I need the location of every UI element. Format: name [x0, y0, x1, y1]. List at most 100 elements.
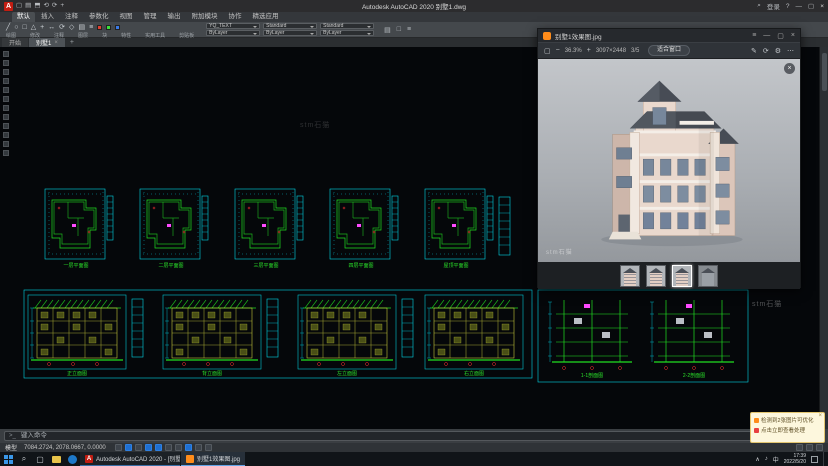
- osnap-toggle[interactable]: [155, 444, 162, 451]
- elevation-3[interactable]: [298, 295, 396, 369]
- elevation-2[interactable]: [163, 295, 261, 369]
- plot-icon[interactable]: +: [60, 1, 64, 11]
- command-input[interactable]: >_ 键入命令: [4, 431, 824, 441]
- maximize-button[interactable]: ▢: [808, 2, 814, 10]
- zoom-out-icon[interactable]: −: [556, 47, 560, 54]
- text-style-combo[interactable]: YQ_TEXT: [206, 23, 260, 29]
- array-tool-icon[interactable]: ▤: [78, 23, 85, 32]
- image-close-icon[interactable]: ×: [784, 63, 795, 74]
- schedule-table[interactable]: [499, 197, 510, 255]
- snap-toggle[interactable]: [125, 444, 132, 451]
- thumbnail-3-selected[interactable]: [672, 265, 692, 287]
- save-icon[interactable]: ⬒: [34, 1, 40, 11]
- panel-label-draw[interactable]: 绘图: [6, 32, 16, 39]
- viewer-minimize-button[interactable]: —: [763, 32, 770, 40]
- annotation-scale-button[interactable]: [796, 444, 803, 451]
- floor-plan-4[interactable]: [330, 189, 398, 259]
- section-1[interactable]: [548, 300, 632, 370]
- panel-label-annotate[interactable]: 注释: [54, 32, 64, 39]
- thumbnail-2[interactable]: [646, 265, 666, 287]
- open-file-icon[interactable]: ▤: [25, 1, 31, 11]
- panel-label-modify[interactable]: 修改: [30, 32, 40, 39]
- thumbnail-4[interactable]: [698, 265, 718, 287]
- panel-label-utilities[interactable]: 实用工具: [145, 32, 165, 39]
- thumbnail-1[interactable]: [620, 265, 640, 287]
- tab-addins[interactable]: 附加模块: [187, 12, 223, 22]
- lineweight-toggle[interactable]: [175, 444, 182, 451]
- autocad-logo-icon[interactable]: A: [4, 2, 13, 11]
- tab-featured-apps[interactable]: 精选应用: [248, 12, 284, 22]
- section-2[interactable]: [650, 300, 734, 370]
- dynamic-input-toggle[interactable]: [185, 444, 192, 451]
- rectangle-tool-icon[interactable]: □: [22, 23, 26, 32]
- filetab-close-icon[interactable]: ×: [54, 40, 58, 46]
- linetype-combo[interactable]: ByLayer: [263, 30, 317, 36]
- close-button[interactable]: ×: [820, 3, 824, 10]
- fit-to-window-button[interactable]: 适合窗口: [648, 45, 690, 56]
- schedule-table[interactable]: [132, 299, 143, 357]
- taskbar-clock[interactable]: 17:39 2022/5/20: [784, 453, 806, 465]
- circle-tool-icon[interactable]: ○: [14, 23, 18, 32]
- undo-icon[interactable]: ⟲: [43, 1, 48, 11]
- ime-indicator[interactable]: 中: [773, 455, 779, 464]
- transparency-toggle[interactable]: [195, 444, 202, 451]
- layer-color-chip-blue[interactable]: [115, 25, 120, 30]
- model-space-label[interactable]: 模型: [5, 443, 17, 452]
- rotate-tool-icon[interactable]: ⟳: [59, 23, 65, 32]
- search-icon[interactable]: ⌕: [757, 2, 761, 10]
- start-button[interactable]: [0, 452, 16, 466]
- layer-color-chip-red[interactable]: [97, 25, 102, 30]
- panel-label-properties[interactable]: 特性: [121, 32, 131, 39]
- action-center-icon[interactable]: [811, 456, 818, 463]
- viewer-close-button[interactable]: ×: [791, 32, 795, 40]
- trim-tool-icon[interactable]: ◇: [69, 23, 74, 32]
- taskbar-button-image-viewer[interactable]: 别墅1效果图.jpg: [181, 452, 245, 466]
- edge-browser-icon[interactable]: [64, 452, 80, 466]
- polygon-tool-icon[interactable]: △: [31, 23, 36, 32]
- layer-color-chip-green[interactable]: [106, 25, 111, 30]
- viewer-image-area[interactable]: ×: [538, 59, 800, 262]
- tab-insert[interactable]: 插入: [36, 12, 59, 22]
- help-icon[interactable]: ?: [786, 3, 790, 10]
- tab-output[interactable]: 输出: [163, 12, 186, 22]
- measure-tool-icon[interactable]: ▤: [384, 26, 391, 34]
- tab-default[interactable]: 默认: [12, 12, 35, 22]
- edit-icon[interactable]: ✎: [751, 47, 757, 55]
- dim-style-combo[interactable]: Standard: [263, 23, 317, 29]
- color-combo[interactable]: ByLayer: [206, 30, 260, 36]
- tab-collaborate[interactable]: 协作: [224, 12, 247, 22]
- minimize-button[interactable]: —: [796, 3, 803, 10]
- otrack-toggle[interactable]: [165, 444, 172, 451]
- move-tool-icon[interactable]: ↔: [48, 23, 55, 32]
- selection-cycling-toggle[interactable]: [205, 444, 212, 451]
- floor-plan-2[interactable]: [140, 189, 208, 259]
- notification-line2[interactable]: 点击立即查看处理: [761, 426, 805, 434]
- polar-toggle[interactable]: [145, 444, 152, 451]
- layers-tool-icon[interactable]: ≡: [89, 23, 93, 32]
- line-tool-icon[interactable]: ╱: [6, 23, 10, 32]
- tab-annotate[interactable]: 注释: [60, 12, 83, 22]
- zoom-in-icon[interactable]: +: [587, 47, 591, 54]
- paste-tool-icon[interactable]: □: [397, 26, 401, 33]
- tray-expand-icon[interactable]: ∧: [755, 456, 759, 463]
- viewer-menu-icon[interactable]: ≡: [752, 32, 756, 40]
- customize-button[interactable]: [816, 444, 823, 451]
- elevation-4[interactable]: [425, 295, 523, 369]
- signin-label[interactable]: 登录: [767, 1, 780, 11]
- taskbar-search-icon[interactable]: ⌕: [16, 452, 32, 466]
- new-file-icon[interactable]: ▢: [16, 1, 22, 11]
- panel-label-layers[interactable]: 图层: [78, 32, 88, 39]
- rotate-icon[interactable]: ⟳: [763, 47, 769, 55]
- volume-icon[interactable]: ♪: [765, 456, 768, 462]
- floor-plan-3[interactable]: [235, 189, 303, 259]
- fullscreen-icon[interactable]: ▢: [544, 47, 551, 55]
- viewer-titlebar[interactable]: 别墅1效果图.jpg ≡ — ▢ ×: [538, 29, 800, 42]
- table-style-combo[interactable]: Standard: [320, 23, 374, 29]
- schedule-table[interactable]: [267, 299, 278, 357]
- lineweight-combo[interactable]: ByLayer: [320, 30, 374, 36]
- hatch-tool-icon[interactable]: +: [40, 23, 44, 32]
- redo-icon[interactable]: ⟳: [52, 1, 57, 11]
- tab-view[interactable]: 视图: [115, 12, 138, 22]
- workspace-switch-button[interactable]: [806, 444, 813, 451]
- task-view-icon[interactable]: ▢: [32, 452, 48, 466]
